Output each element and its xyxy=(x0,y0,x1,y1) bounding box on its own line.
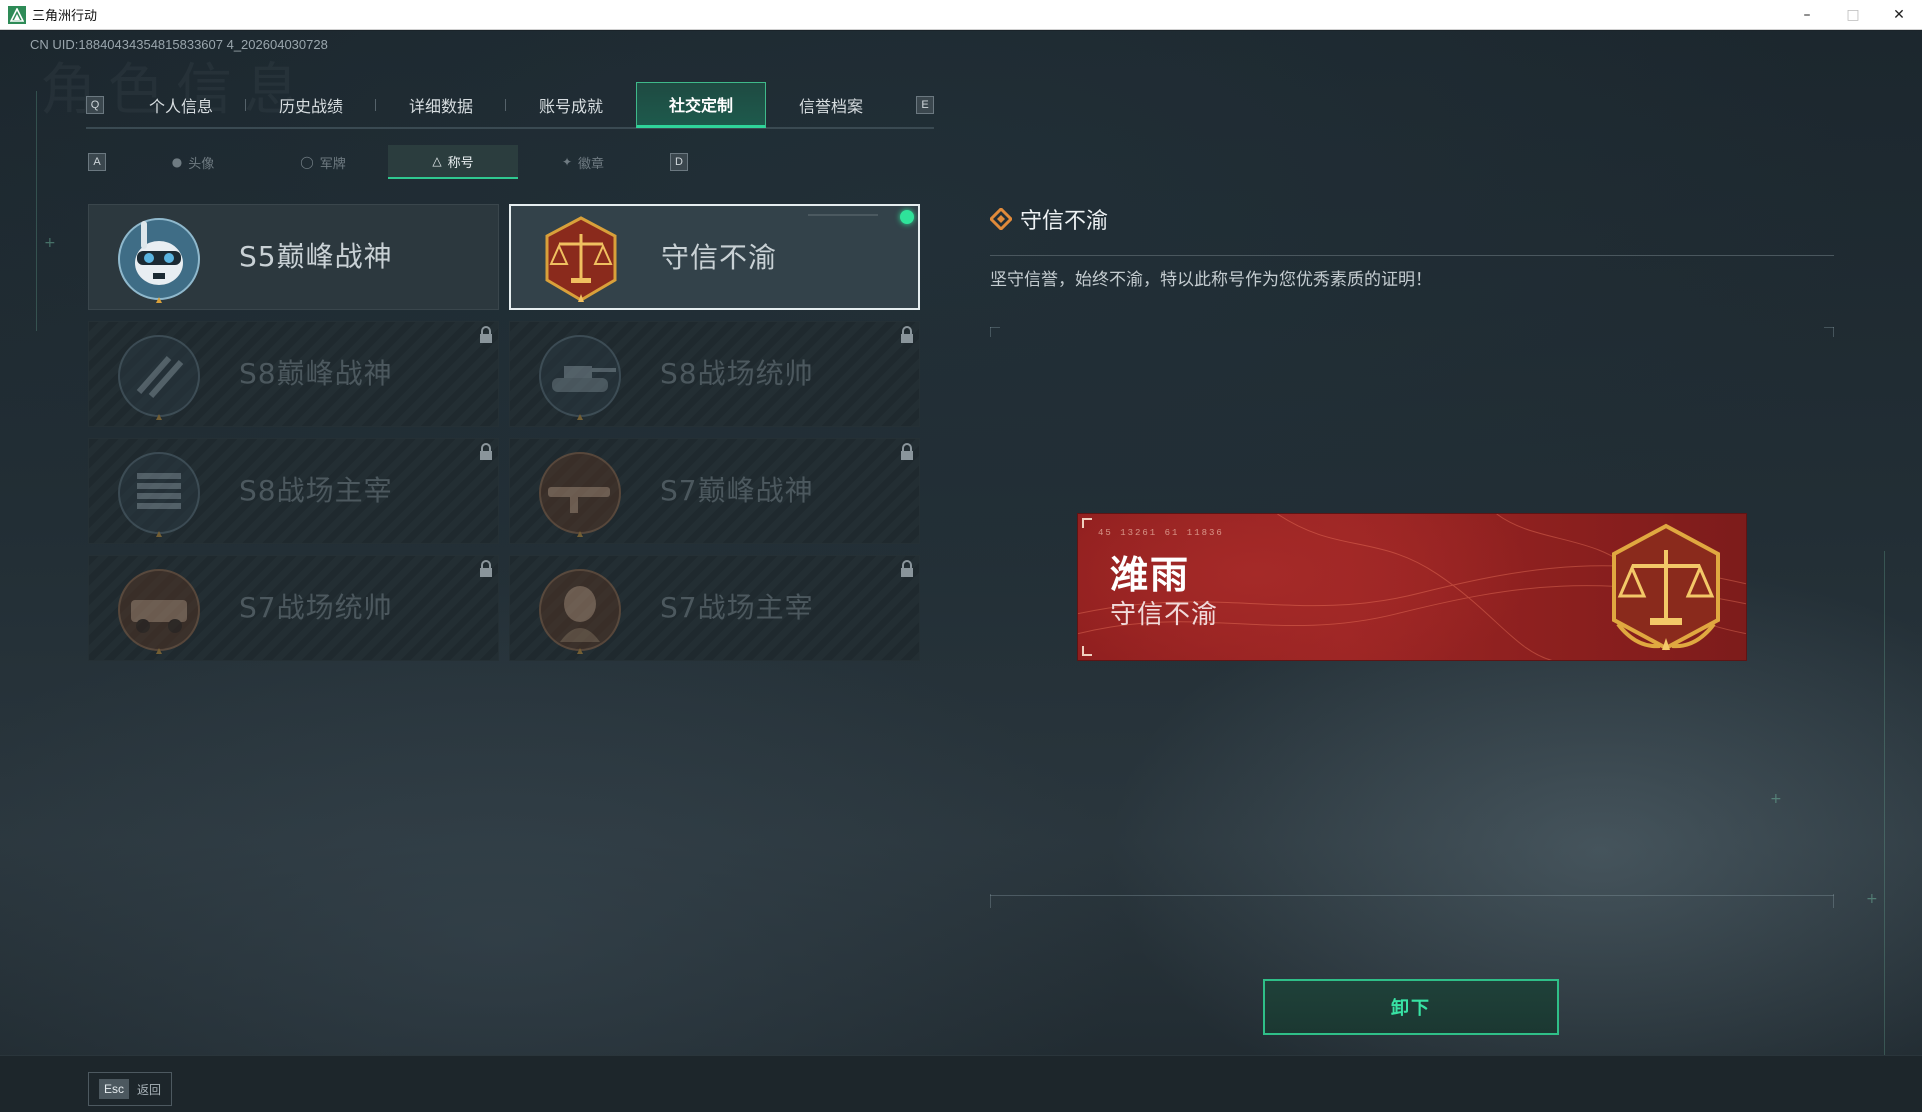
decor-cross: + xyxy=(1866,891,1878,907)
tab-label: 信誉档案 xyxy=(798,97,863,116)
lock-icon xyxy=(901,560,913,577)
title-card-selected[interactable]: 守信不渝 xyxy=(509,204,920,310)
esc-key-icon: Esc xyxy=(99,1079,129,1099)
tab-label: 个人信息 xyxy=(148,97,213,116)
subtab-label: 头像 xyxy=(188,156,215,172)
detail-title: 守信不渝 xyxy=(1020,209,1109,234)
frame-corner xyxy=(1082,646,1092,656)
decor-cross: + xyxy=(44,235,56,251)
frame-corner xyxy=(1082,518,1092,528)
tab-label: 详细数据 xyxy=(408,97,473,116)
decor-line xyxy=(1884,551,1885,1071)
scales-emblem-icon xyxy=(545,216,617,302)
frame-corner xyxy=(990,894,991,908)
main-tab-bar: Q 个人信息 历史战绩 详细数据 账号成就 社交定制 信誉档案 E xyxy=(86,82,934,129)
lock-icon xyxy=(901,443,913,460)
nameplate-title: 守信不渝 xyxy=(1110,600,1219,630)
frame-corner xyxy=(1833,327,1834,337)
nameplate-code: 45 13261 61 11836 xyxy=(1098,528,1224,538)
nameplate-preview: 45 13261 61 11836 潍雨 守信不渝 xyxy=(1077,513,1747,661)
rifle-emblem-icon xyxy=(539,452,621,537)
game-screen: 角色信息 CN UID:18840434354815833607 4_20260… xyxy=(0,31,1922,1112)
back-label: 返回 xyxy=(137,1082,162,1097)
frame-corner xyxy=(990,327,991,337)
tank-emblem-icon xyxy=(539,335,621,420)
tab-match-history[interactable]: 历史战绩 xyxy=(246,82,376,128)
player-uid: CN UID:18840434354815833607 4_2026040307… xyxy=(30,37,328,52)
tab-detailed-data[interactable]: 详细数据 xyxy=(376,82,506,128)
dogtag-icon: ◯ xyxy=(300,155,314,169)
diamond-title-icon xyxy=(990,208,1012,230)
subtab-dogtag[interactable]: ◯ 军牌 xyxy=(258,145,388,179)
tab-label: 历史战绩 xyxy=(278,97,343,116)
triangle-icon: △ xyxy=(432,154,442,168)
title-card-locked[interactable]: S7战场主宰 xyxy=(509,555,920,661)
tab-social-customization[interactable]: 社交定制 xyxy=(636,82,766,128)
title-card-locked[interactable]: S8巅峰战神 xyxy=(88,321,499,427)
close-button[interactable]: ✕ xyxy=(1876,0,1922,30)
tab-label: 社交定制 xyxy=(668,96,733,115)
detail-header: 守信不渝 xyxy=(990,203,1108,235)
title-card-locked[interactable]: S7巅峰战神 xyxy=(509,438,920,544)
subtab-label: 称号 xyxy=(447,155,474,171)
tab-personal-info[interactable]: 个人信息 xyxy=(116,82,246,128)
rocket-launcher-emblem-icon xyxy=(118,452,200,537)
nameplate-player-name: 潍雨 xyxy=(1110,553,1191,597)
key-hint-d[interactable]: D xyxy=(670,153,688,171)
lock-icon xyxy=(901,326,913,343)
soldier-emblem-icon xyxy=(539,569,621,654)
unequip-button[interactable]: 卸下 xyxy=(1263,979,1559,1035)
title-card-label: S8巅峰战神 xyxy=(239,357,393,390)
decor-cross: + xyxy=(1770,791,1782,807)
scales-emblem-icon xyxy=(1612,523,1720,651)
subtab-avatar[interactable]: ● 头像 xyxy=(128,145,258,179)
app-logo-icon xyxy=(8,5,26,24)
lock-icon xyxy=(480,560,492,577)
subtab-label: 军牌 xyxy=(319,156,346,172)
divider xyxy=(990,255,1834,256)
subtab-badge[interactable]: ✦ 徽章 xyxy=(518,145,648,179)
lock-icon xyxy=(480,443,492,460)
tab-label: 账号成就 xyxy=(538,97,603,116)
minimize-button[interactable]: – xyxy=(1784,0,1830,30)
title-card[interactable]: S5巅峰战神 xyxy=(88,204,499,310)
title-card-locked[interactable]: S8战场统帅 xyxy=(509,321,920,427)
maximize-button[interactable]: □ xyxy=(1830,0,1876,30)
tab-credit-record[interactable]: 信誉档案 xyxy=(766,82,896,128)
lock-icon xyxy=(480,326,492,343)
window-title: 三角洲行动 xyxy=(32,9,98,24)
title-card-label: S7巅峰战神 xyxy=(660,474,814,507)
decor-line xyxy=(808,214,878,216)
title-card-label: S8战场主宰 xyxy=(239,474,393,507)
title-card-label: S8战场统帅 xyxy=(660,357,814,390)
decor-line xyxy=(36,91,37,331)
subtab-label: 徽章 xyxy=(578,156,605,172)
title-card-label: S7战场统帅 xyxy=(239,591,393,624)
window-titlebar: 三角洲行动 – □ ✕ xyxy=(0,0,1922,30)
person-icon: ● xyxy=(171,155,183,169)
subtab-title[interactable]: △ 称号 xyxy=(388,145,518,179)
sub-tab-bar: A ● 头像 ◯ 军牌 △ 称号 ✦ 徽章 D xyxy=(88,145,688,179)
badge-icon: ✦ xyxy=(561,155,573,169)
key-hint-q[interactable]: Q xyxy=(86,96,104,114)
tab-account-achievements[interactable]: 账号成就 xyxy=(506,82,636,128)
title-card-label: S5巅峰战神 xyxy=(239,240,393,273)
detail-description: 坚守信誉，始终不渝，特以此称号作为您优秀素质的证明！ xyxy=(990,270,1432,290)
title-card-locked[interactable]: S7战场统帅 xyxy=(88,555,499,661)
key-hint-a[interactable]: A xyxy=(88,153,106,171)
title-card-label: S7战场主宰 xyxy=(660,591,814,624)
frame-corner xyxy=(990,327,1000,328)
title-card-label: 守信不渝 xyxy=(661,241,778,274)
vehicle-emblem-icon xyxy=(118,569,200,654)
equipped-indicator-icon xyxy=(900,210,914,224)
stripes-emblem-icon xyxy=(118,335,200,420)
back-button[interactable]: Esc 返回 xyxy=(88,1072,172,1106)
key-hint-e[interactable]: E xyxy=(916,96,934,114)
divider xyxy=(990,895,1834,896)
skull-diver-emblem-icon xyxy=(118,218,200,303)
title-card-locked[interactable]: S8战场主宰 xyxy=(88,438,499,544)
frame-corner xyxy=(1833,894,1834,908)
bottom-bar: Esc 返回 xyxy=(0,1055,1922,1112)
